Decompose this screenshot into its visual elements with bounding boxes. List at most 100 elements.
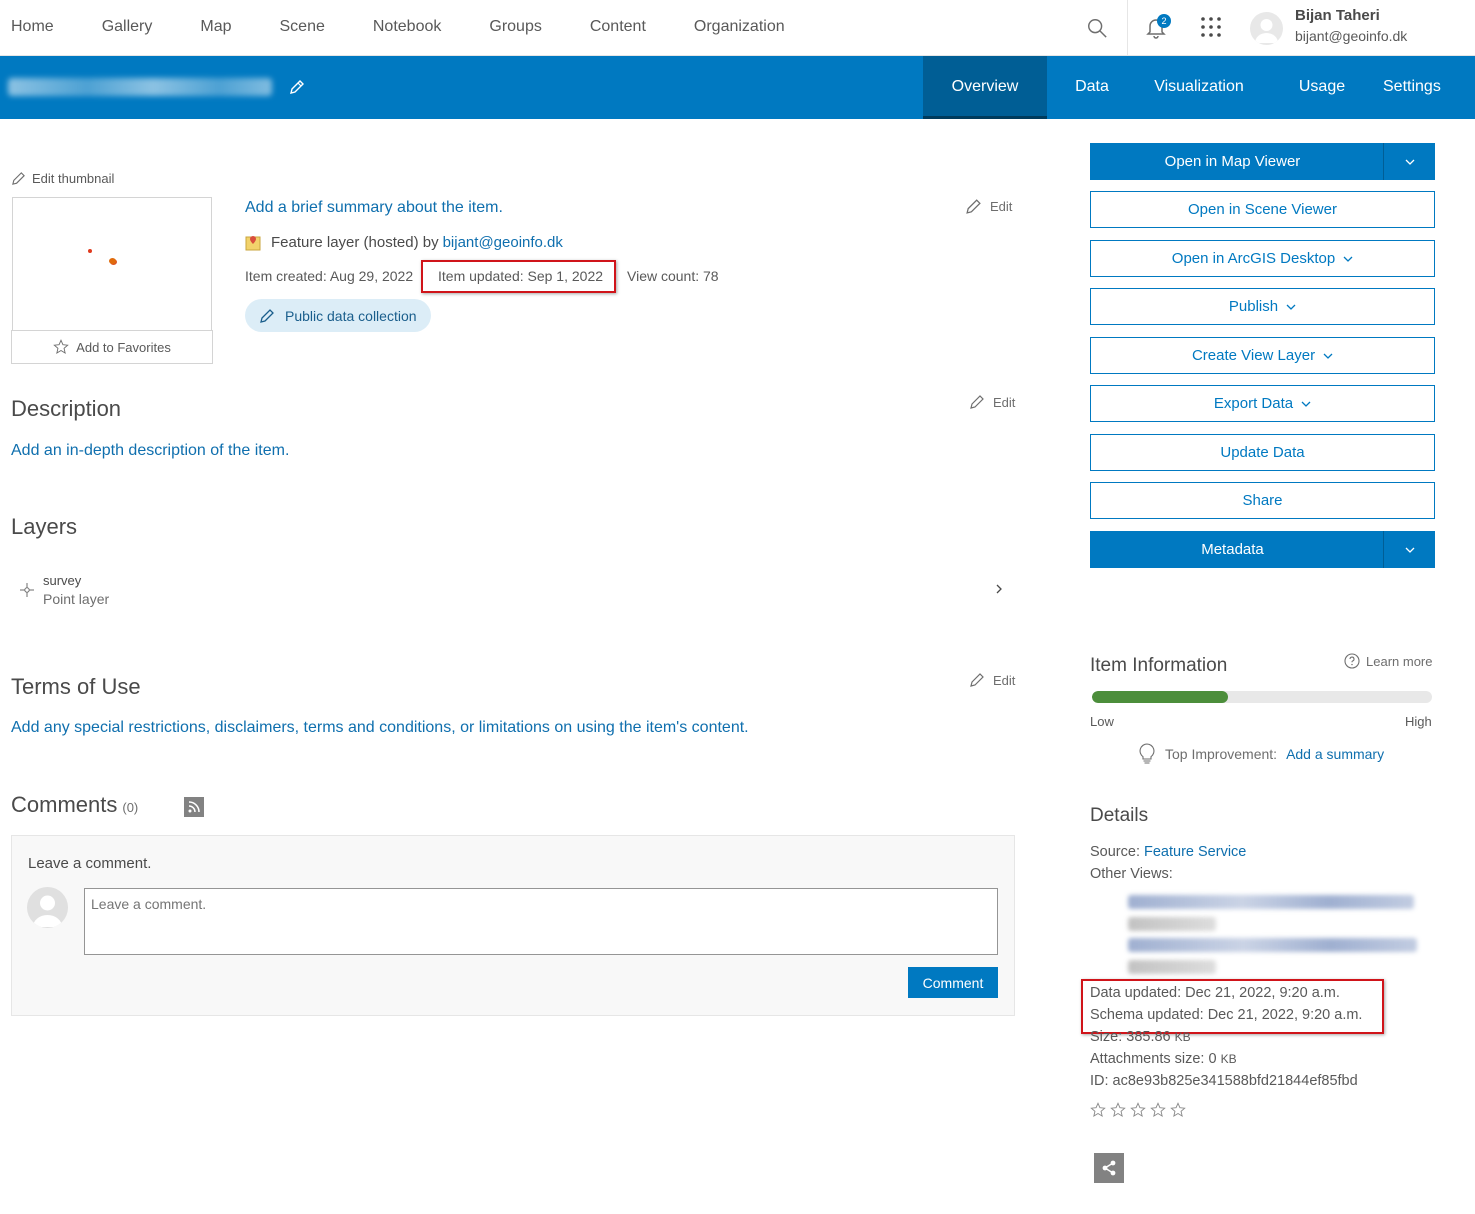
- app-launcher-icon[interactable]: [1199, 15, 1223, 39]
- category-chip[interactable]: Public data collection: [245, 299, 431, 332]
- star-icon[interactable]: [1090, 1102, 1106, 1118]
- chevron-down-icon: [1405, 547, 1414, 553]
- category-chip-label: Public data collection: [285, 307, 417, 324]
- edit-thumbnail-button[interactable]: Edit thumbnail: [11, 171, 114, 186]
- nav-content[interactable]: Content: [579, 0, 657, 56]
- tab-data[interactable]: Data: [1047, 56, 1137, 119]
- nav-organization[interactable]: Organization: [683, 0, 796, 56]
- comments-heading: Comments (0): [11, 792, 138, 818]
- other-view-type-redacted: [1128, 917, 1216, 931]
- lightbulb-icon: [1139, 743, 1155, 764]
- share-icon[interactable]: [1094, 1153, 1124, 1183]
- rss-icon[interactable]: [184, 797, 204, 817]
- pencil-icon: [970, 395, 984, 409]
- export-data-button[interactable]: Export Data: [1090, 385, 1435, 422]
- feature-service-link[interactable]: Feature Service: [1144, 844, 1246, 860]
- open-scene-viewer-button[interactable]: Open in Scene Viewer: [1090, 191, 1435, 228]
- publish-button[interactable]: Publish: [1090, 288, 1435, 325]
- other-views-label: Other Views:: [1090, 866, 1173, 882]
- item-updated: Item updated: Sep 1, 2022: [438, 268, 604, 284]
- comment-button[interactable]: Comment: [908, 967, 998, 998]
- open-scene-viewer-label: Open in Scene Viewer: [1188, 201, 1337, 218]
- star-icon[interactable]: [1130, 1102, 1146, 1118]
- nav-home[interactable]: Home: [0, 0, 65, 56]
- item-type: Feature layer (hosted) by: [271, 234, 439, 251]
- terms-title: Terms of Use: [11, 674, 141, 699]
- item-info-meter: [1092, 691, 1432, 703]
- other-view-link-redacted[interactable]: [1128, 938, 1417, 952]
- add-description-link[interactable]: Add an in-depth description of the item.: [11, 442, 289, 460]
- tab-settings[interactable]: Settings: [1383, 56, 1475, 119]
- chevron-down-icon: [1405, 159, 1414, 165]
- create-view-layer-button[interactable]: Create View Layer: [1090, 337, 1435, 374]
- nav-notebook[interactable]: Notebook: [362, 0, 453, 56]
- tab-visualization[interactable]: Visualization: [1137, 56, 1261, 119]
- search-icon[interactable]: [1086, 17, 1108, 39]
- point-layer-icon: [20, 583, 34, 597]
- divider: [1127, 0, 1128, 56]
- owner-link[interactable]: bijant@geoinfo.dk: [443, 234, 563, 251]
- pencil-icon: [970, 673, 984, 687]
- tab-overview[interactable]: Overview: [923, 56, 1047, 119]
- edit-summary-button[interactable]: Edit: [965, 198, 1012, 215]
- metadata-dropdown[interactable]: [1383, 531, 1435, 568]
- nav-links: Home Gallery Map Scene Notebook Groups C…: [0, 0, 822, 56]
- avatar: [27, 887, 68, 928]
- layers-title: Layers: [11, 514, 78, 539]
- layer-name[interactable]: survey: [43, 573, 81, 588]
- tab-usage[interactable]: Usage: [1261, 56, 1383, 119]
- item-id: ID: ac8e93b825e341588bfd21844ef85fbd: [1090, 1073, 1358, 1089]
- add-summary-link[interactable]: Add a brief summary about the item.: [245, 199, 503, 217]
- layer-type: Point layer: [43, 591, 110, 607]
- other-view-type-redacted: [1128, 960, 1216, 974]
- nav-gallery[interactable]: Gallery: [91, 0, 164, 56]
- learn-more-link[interactable]: Learn more: [1344, 653, 1432, 669]
- edit-title-pencil-icon[interactable]: [288, 78, 306, 96]
- nav-scene[interactable]: Scene: [269, 0, 336, 56]
- edit-description-button[interactable]: Edit: [969, 394, 1015, 410]
- star-icon[interactable]: [1110, 1102, 1126, 1118]
- chevron-right-icon[interactable]: [993, 582, 1005, 596]
- top-improvement: Top Improvement: Add a summary: [1138, 743, 1384, 765]
- update-data-button[interactable]: Update Data: [1090, 434, 1435, 471]
- comments-count: (0): [122, 800, 139, 815]
- metadata-button[interactable]: Metadata: [1090, 531, 1435, 568]
- view-count: View count: 78: [627, 268, 719, 284]
- edit-terms-button[interactable]: Edit: [969, 672, 1015, 688]
- star-icon[interactable]: [1150, 1102, 1166, 1118]
- top-navigation: Home Gallery Map Scene Notebook Groups C…: [0, 0, 1475, 56]
- metadata-label[interactable]: Metadata: [1090, 531, 1375, 568]
- item-tabs: Overview Data Visualization Usage Settin…: [923, 56, 1475, 119]
- notification-badge: 2: [1157, 14, 1171, 28]
- nav-map[interactable]: Map: [189, 0, 242, 56]
- size-row: Size: 385.86 KB: [1090, 1029, 1191, 1045]
- add-to-favorites-label: Add to Favorites: [76, 339, 171, 355]
- user-email: bijant@geoinfo.dk: [1295, 28, 1408, 44]
- add-to-favorites-button[interactable]: Add to Favorites: [11, 330, 213, 364]
- pencil-icon: [966, 199, 981, 214]
- rating-stars[interactable]: [1090, 1102, 1186, 1118]
- thumbnail-point-cluster: [109, 258, 116, 264]
- edit-thumbnail-label: Edit thumbnail: [32, 171, 115, 186]
- open-arcgis-desktop-button[interactable]: Open in ArcGIS Desktop: [1090, 240, 1435, 277]
- star-icon[interactable]: [1170, 1102, 1186, 1118]
- add-terms-link[interactable]: Add any special restrictions, disclaimer…: [11, 719, 749, 737]
- user-name[interactable]: Bijan Taheri: [1295, 7, 1380, 24]
- other-view-link-redacted[interactable]: [1128, 895, 1414, 909]
- share-button[interactable]: Share: [1090, 482, 1435, 519]
- size-value: Size: 385.86: [1090, 1029, 1171, 1045]
- help-icon: [1344, 653, 1360, 669]
- nav-groups[interactable]: Groups: [478, 0, 552, 56]
- attachments-value: Attachments size: 0: [1090, 1051, 1217, 1067]
- thumbnail-point: [88, 249, 92, 253]
- item-thumbnail: [12, 197, 212, 331]
- create-view-layer-label: Create View Layer: [1191, 347, 1316, 364]
- add-summary-improvement-link[interactable]: Add a summary: [1286, 746, 1384, 762]
- comment-input[interactable]: [84, 888, 998, 955]
- open-map-viewer-button[interactable]: Open in Map Viewer: [1090, 143, 1435, 180]
- avatar[interactable]: [1250, 12, 1283, 45]
- pencil-icon: [12, 172, 25, 185]
- source-label: Source:: [1090, 844, 1140, 860]
- open-map-viewer-dropdown[interactable]: [1383, 143, 1435, 180]
- open-map-viewer-label[interactable]: Open in Map Viewer: [1090, 143, 1375, 180]
